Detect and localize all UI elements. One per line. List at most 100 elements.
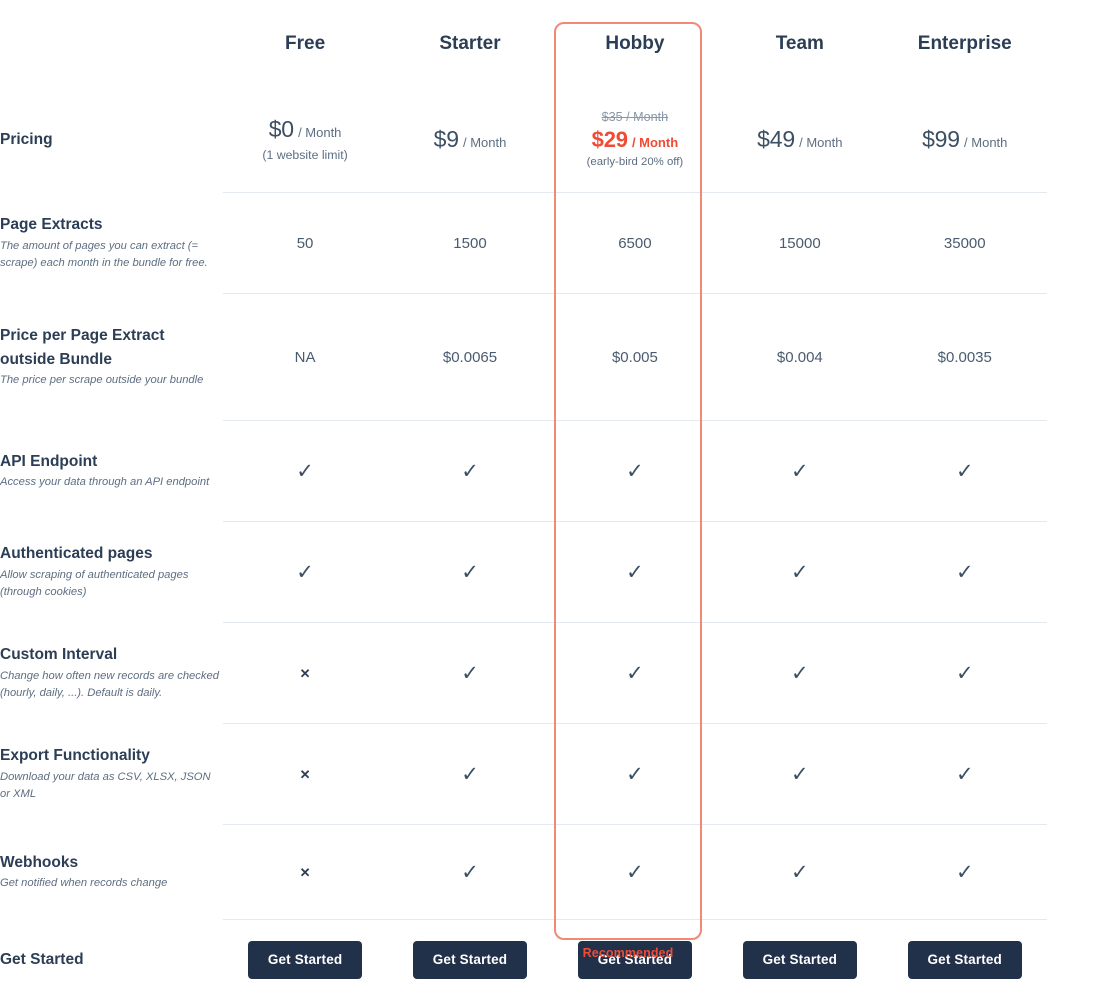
row-api-endpoint: API Endpoint Access your data through an…	[0, 421, 1108, 522]
row-desc-page-extracts: The amount of pages you can extract (= s…	[0, 238, 223, 273]
cell-webhooks-starter: ✓	[388, 825, 553, 920]
check-icon: ✓	[461, 663, 479, 684]
cell-webhooks-enterprise: ✓	[882, 825, 1047, 920]
cross-icon: ✕	[300, 866, 311, 879]
cross-icon: ✕	[300, 667, 311, 680]
check-icon: ✓	[461, 461, 479, 482]
row-label-get-started: Get Started	[0, 920, 223, 1000]
price-old-hobby: $35 / Month	[552, 110, 717, 125]
pricing-table-container: Recommended Free Starter Hobby Team Ente…	[0, 0, 1108, 978]
row-authenticated-pages: Authenticated pages Allow scraping of au…	[0, 522, 1108, 623]
get-started-button-free[interactable]: Get Started	[248, 941, 362, 979]
price-starter: $9 / Month	[388, 127, 553, 152]
row-label-api-endpoint: API Endpoint Access your data through an…	[0, 421, 223, 522]
row-label-price-per-extract: Price per Page Extract outside Bundle Th…	[0, 294, 223, 421]
check-icon: ✓	[461, 862, 479, 883]
price-sub-hobby: (early-bird 20% off)	[552, 156, 717, 170]
plan-header-starter: Starter	[388, 0, 553, 88]
cell-auth-starter: ✓	[388, 522, 553, 623]
get-started-button-starter[interactable]: Get Started	[413, 941, 527, 979]
cell-api-hobby: ✓	[552, 421, 717, 522]
price-amount-starter: $9	[434, 126, 459, 152]
check-icon: ✓	[626, 663, 644, 684]
recommended-badge: Recommended	[554, 946, 702, 960]
header-spacer	[0, 0, 223, 88]
row-desc-api-endpoint: Access your data through an API endpoint	[0, 474, 223, 492]
cell-ppe-free: NA	[223, 294, 388, 421]
cell-export-free: ✕	[223, 724, 388, 825]
get-started-button-enterprise[interactable]: Get Started	[908, 941, 1022, 979]
cell-api-enterprise: ✓	[882, 421, 1047, 522]
row-label-custom-interval: Custom Interval Change how often new rec…	[0, 623, 223, 724]
check-icon: ✓	[626, 764, 644, 785]
interval-right-pad	[1047, 623, 1108, 724]
cell-ppe-team: $0.004	[717, 294, 882, 421]
header-right-pad	[1047, 0, 1108, 88]
get-started-button-team[interactable]: Get Started	[743, 941, 857, 979]
cell-extracts-enterprise: 35000	[882, 193, 1047, 294]
cell-auth-hobby: ✓	[552, 522, 717, 623]
cell-export-enterprise: ✓	[882, 724, 1047, 825]
price-sub-free: (1 website limit)	[223, 148, 388, 163]
check-icon: ✓	[626, 562, 644, 583]
auth-right-pad	[1047, 522, 1108, 623]
row-title-price-per-extract: Price per Page Extract outside Bundle	[0, 324, 223, 371]
cell-export-starter: ✓	[388, 724, 553, 825]
price-amount-enterprise: $99	[922, 126, 960, 152]
check-icon: ✓	[791, 862, 809, 883]
check-icon: ✓	[296, 461, 314, 482]
check-icon: ✓	[956, 663, 974, 684]
pricing-right-pad	[1047, 88, 1108, 193]
price-amount-free: $0	[269, 116, 294, 142]
row-custom-interval: Custom Interval Change how often new rec…	[0, 623, 1108, 724]
row-pricing: Pricing $0 / Month (1 website limit) $9 …	[0, 88, 1108, 193]
price-team: $49 / Month	[717, 127, 882, 152]
row-label-webhooks: Webhooks Get notified when records chang…	[0, 825, 223, 920]
cell-export-team: ✓	[717, 724, 882, 825]
cell-cta-starter: Get Started	[388, 920, 553, 1000]
price-period-enterprise: / Month	[964, 135, 1007, 150]
cell-pricing-hobby: $35 / Month $29 / Month (early-bird 20% …	[552, 88, 717, 193]
row-export-functionality: Export Functionality Download your data …	[0, 724, 1108, 825]
plan-header-free: Free	[223, 0, 388, 88]
check-icon: ✓	[956, 562, 974, 583]
cell-api-free: ✓	[223, 421, 388, 522]
check-icon: ✓	[791, 764, 809, 785]
row-title-pricing: Pricing	[0, 128, 223, 152]
cell-pricing-team: $49 / Month	[717, 88, 882, 193]
export-right-pad	[1047, 724, 1108, 825]
price-period-free: / Month	[298, 125, 341, 140]
row-desc-export-functionality: Download your data as CSV, XLSX, JSON or…	[0, 769, 223, 804]
price-enterprise: $99 / Month	[882, 127, 1047, 152]
row-desc-price-per-extract: The price per scrape outside your bundle	[0, 372, 223, 390]
plan-header-team: Team	[717, 0, 882, 88]
row-desc-custom-interval: Change how often new records are checked…	[0, 668, 223, 703]
cell-export-hobby: ✓	[552, 724, 717, 825]
row-label-pricing: Pricing	[0, 88, 223, 193]
row-title-api-endpoint: API Endpoint	[0, 450, 223, 474]
cell-extracts-hobby: 6500	[552, 193, 717, 294]
row-title-custom-interval: Custom Interval	[0, 643, 223, 667]
extracts-right-pad	[1047, 193, 1108, 294]
check-icon: ✓	[791, 461, 809, 482]
price-amount-hobby: $29	[592, 127, 628, 152]
row-webhooks: Webhooks Get notified when records chang…	[0, 825, 1108, 920]
cell-api-starter: ✓	[388, 421, 553, 522]
row-label-page-extracts: Page Extracts The amount of pages you ca…	[0, 193, 223, 294]
row-title-authenticated-pages: Authenticated pages	[0, 542, 223, 566]
price-period-team: / Month	[799, 135, 842, 150]
price-hobby: $29 / Month	[552, 128, 717, 152]
check-icon: ✓	[461, 764, 479, 785]
check-icon: ✓	[626, 862, 644, 883]
price-free: $0 / Month	[223, 117, 388, 142]
cell-pricing-starter: $9 / Month	[388, 88, 553, 193]
cell-ppe-enterprise: $0.0035	[882, 294, 1047, 421]
row-title-export-functionality: Export Functionality	[0, 744, 223, 768]
cell-interval-enterprise: ✓	[882, 623, 1047, 724]
cell-webhooks-team: ✓	[717, 825, 882, 920]
row-title-webhooks: Webhooks	[0, 851, 223, 875]
cell-webhooks-free: ✕	[223, 825, 388, 920]
cell-ppe-hobby: $0.005	[552, 294, 717, 421]
price-period-hobby: / Month	[632, 135, 678, 150]
row-price-per-extract: Price per Page Extract outside Bundle Th…	[0, 294, 1108, 421]
